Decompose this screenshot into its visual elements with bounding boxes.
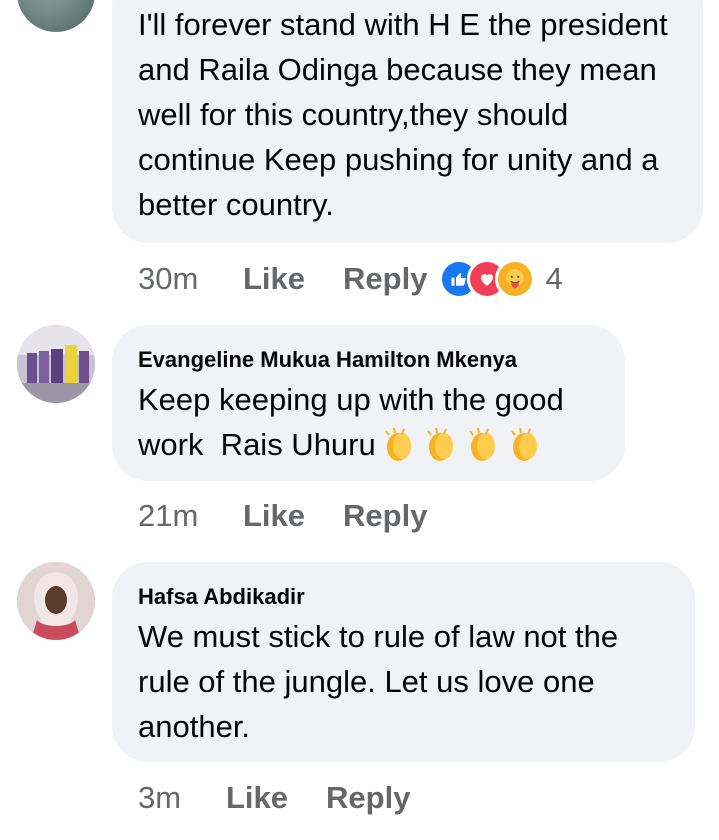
comment-bubble: I'll forever stand with H E the presiden…	[112, 0, 703, 243]
comment-text: Keep keeping up with the good work Rais …	[138, 377, 608, 467]
like-button[interactable]: Like	[243, 498, 305, 534]
comment-bubble: Evangeline Mukua Hamilton Mkenya Keep ke…	[112, 325, 625, 481]
comment-timestamp: 3m	[138, 780, 182, 815]
comment-actions: 30m Like Reply 4	[138, 259, 563, 299]
reply-button[interactable]: Reply	[326, 780, 410, 816]
clapping-hands-icon	[422, 425, 460, 463]
comment-actions: 21m Like Reply	[138, 496, 465, 536]
comment-timestamp: 30m	[138, 261, 199, 296]
reaction-count[interactable]: 4	[545, 261, 562, 297]
reply-button[interactable]: Reply	[343, 261, 427, 297]
clapping-hands-icon	[464, 425, 502, 463]
like-button[interactable]: Like	[226, 780, 288, 816]
avatar[interactable]	[17, 562, 95, 640]
clapping-hands-icon	[506, 425, 544, 463]
comment-author[interactable]: Hafsa Abdikadir	[138, 584, 669, 610]
avatar[interactable]	[17, 0, 95, 32]
comment-text: We must stick to rule of law not the rul…	[138, 619, 627, 744]
reactions-summary[interactable]	[439, 259, 536, 299]
comment-author[interactable]: Evangeline Mukua Hamilton Mkenya	[138, 347, 599, 373]
comment-bubble: Hafsa Abdikadir We must stick to rule of…	[112, 562, 695, 762]
clapping-hands-icon	[380, 425, 418, 463]
comment-actions: 3m Like Reply	[138, 778, 448, 818]
comment-text: I'll forever stand with H E the presiden…	[138, 7, 677, 222]
avatar[interactable]	[17, 325, 95, 403]
care-icon	[495, 259, 536, 299]
comment-timestamp: 21m	[138, 498, 199, 533]
reply-button[interactable]: Reply	[343, 498, 427, 534]
like-button[interactable]: Like	[243, 261, 305, 297]
